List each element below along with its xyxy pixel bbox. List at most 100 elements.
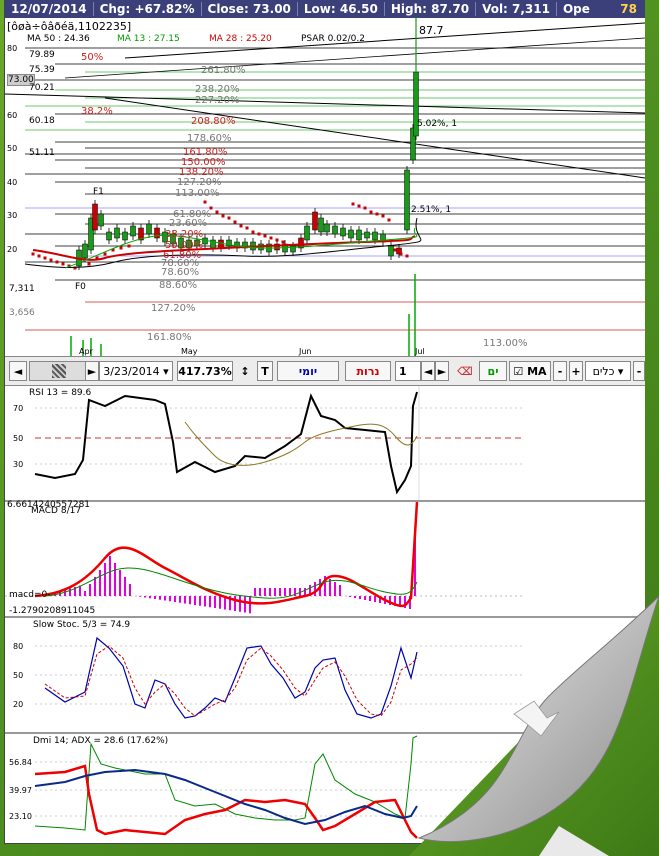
candle-body [114,227,120,239]
volume-label-half: 3,656 [9,308,35,318]
collapse-button[interactable]: - [633,361,645,381]
psar-dot [363,206,367,210]
y-tick-30: 30 [7,211,17,220]
rsi-pane[interactable]: 70 50 30 RSI 13 = 89.6 [5,386,645,500]
y-tick-50: 50 [7,144,17,153]
candle-body [372,231,378,241]
psar-label: PSAR 0.02/0.2 [301,34,365,44]
fib-208: 208.80% [191,116,236,127]
header-low: Low: 46.50 [298,2,385,16]
psar-dot [239,224,243,228]
plus-button[interactable]: + [569,361,583,381]
zoom-field[interactable]: 417.73% [177,361,233,381]
month-jul: Jul [414,347,425,356]
candle-body [348,229,354,239]
psar-dot [31,252,35,256]
date-value: 3/23/2014 [103,364,160,378]
scroll-thumb[interactable] [52,364,66,378]
fib-38: 38.20% [165,229,204,240]
candle-body [98,213,104,227]
text-tool-button[interactable]: T [257,361,273,381]
rsi-tick-70: 70 [13,404,23,413]
fib-113-low: 113.00% [483,338,528,349]
pct-label-1: 5.02%, 1 [417,119,458,129]
days-button[interactable]: ים [479,361,507,381]
scroll-right-button[interactable]: ► [85,361,99,381]
ma13-label: MA 13 : 27.15 [117,34,180,44]
period-increase-button[interactable]: ► [435,361,449,381]
psar-dot [43,256,47,260]
stoch-tick-50: 50 [13,671,23,680]
candle-body [312,211,318,231]
peak-label: 87.7 [419,24,444,37]
page-curl-icon [409,596,659,856]
candle-body [130,225,136,237]
rsi-label: RSI 13 = 89.6 [29,388,92,398]
minus-label: - [557,364,563,378]
fib-88: 88.60% [159,280,198,291]
ma-toggle[interactable]: ☑ MA [509,361,551,381]
psar-dot [275,238,279,242]
candle-body [304,225,310,241]
period-number-field[interactable]: 1 [395,361,421,381]
psar-dot [405,254,409,258]
scroll-left-button[interactable]: ◄ [9,361,27,381]
candle-body [356,229,362,241]
psar-dot [269,236,273,240]
chart-type-candles-button[interactable]: נרות [345,361,391,381]
fib-23: 23.60% [169,218,208,229]
plus-label: + [571,364,581,378]
header-change: Chg: +67.82% [94,2,202,16]
psar-dot [399,252,403,256]
days-label: ים [487,364,499,378]
price-pane[interactable]: 80 70 60 50 40 30 20 Apr May Jun Jul [ôø… [5,18,645,356]
psar-dot [351,202,355,206]
pct-label-2: 2.51%, 1 [411,205,452,215]
scroll-track[interactable] [29,361,89,381]
candle-body [332,225,338,235]
fib-161-low: 161.80% [147,332,192,343]
eraser-icon[interactable]: ⌫ [455,361,475,381]
fib-178: 178.60% [187,133,232,144]
dmi-tick-39: 39.97 [9,786,32,795]
resize-vertical-icon[interactable]: ↕ [237,361,253,381]
fib-127: 127.20% [177,177,222,188]
candle-body [388,245,394,257]
psar-dot [263,234,267,238]
y-tick-20: 20 [7,245,17,254]
y-tick-80: 80 [7,44,17,53]
daily-label: יומי [298,364,318,378]
psar-dot [387,218,391,222]
fib-261: 261.80% [201,65,246,76]
macd-bottom-value: -1.2790208911045 [9,606,96,616]
candle-body [82,243,88,259]
psar-dot [127,244,131,248]
psar-dot [393,248,397,252]
psar-dot [245,226,249,230]
tools-label: כלים [592,364,615,378]
candle-body [122,231,128,241]
candle-body [404,169,410,231]
zoom-value: 417.73% [178,364,232,378]
psar-dot [257,232,261,236]
level-70: 70.21 [29,83,55,93]
date-field[interactable]: 3/23/2014 ▾ [99,361,173,381]
dmi-tick-56: 56.84 [9,758,32,767]
stoch-label: Slow Stoc. 5/3 = 74.9 [33,620,131,630]
period-decrease-button[interactable]: ◄ [421,361,435,381]
month-jun: Jun [298,347,312,356]
stoch-tick-20: 20 [13,700,23,709]
period-daily-button[interactable]: יומי [277,361,339,381]
tools-dropdown[interactable]: כלים ▾ [585,361,631,381]
fib-127-low: 127.20% [151,303,196,314]
fib-238: 238.20% [195,84,240,95]
psar-dot [55,260,59,264]
minus-button[interactable]: - [553,361,567,381]
candle-body [106,231,112,241]
header-close: Close: 73.00 [202,2,298,16]
instrument-title: [ôøà÷ôâðéä,1102235] [7,20,132,33]
psar-dot [375,212,379,216]
candle-body [364,231,370,239]
psar-dot [103,252,107,256]
candles-label: נרות [356,364,380,378]
